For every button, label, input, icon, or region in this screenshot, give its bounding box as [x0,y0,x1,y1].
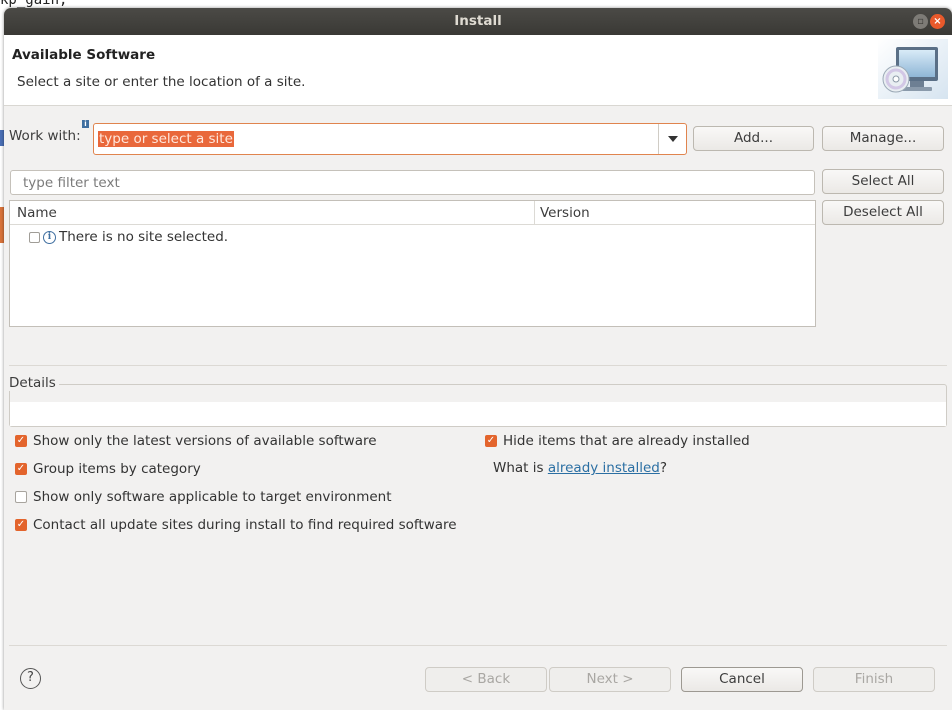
group-by-category-label: Group items by category [33,461,201,477]
already-installed-link[interactable]: already installed [548,460,660,476]
maximize-icon[interactable]: ▫ [913,14,928,29]
page-description: Select a site or enter the location of a… [17,74,306,90]
what-is-suffix: ? [659,460,668,476]
latest-versions-checkbox[interactable]: ✓ [15,435,27,447]
window-titlebar: Install ▫ × [4,8,952,35]
divider [9,365,947,366]
target-environment-checkbox[interactable] [15,491,27,503]
table-row[interactable]: i There is no site selected. [29,229,228,245]
group-by-category-checkbox[interactable]: ✓ [15,463,27,475]
info-icon: i [82,120,89,128]
wizard-header: Available Software Select a site or ente… [4,35,952,106]
next-button[interactable]: Next > [549,667,671,692]
close-icon[interactable]: × [930,14,945,29]
column-header-version[interactable]: Version [535,201,815,225]
column-header-name[interactable]: Name [10,201,535,225]
install-dialog: Install ▫ × Available Software Select a … [4,8,952,710]
manage-sites-button[interactable]: Manage... [822,126,944,151]
hide-installed-option[interactable]: ✓ Hide items that are already installed [485,433,750,449]
contact-update-sites-checkbox[interactable]: ✓ [15,519,27,531]
target-environment-option[interactable]: Show only software applicable to target … [15,489,392,505]
help-icon[interactable]: ? [20,668,41,689]
row-name: There is no site selected. [59,229,229,245]
software-table[interactable]: Name Version i There is no site selected… [9,200,816,327]
contact-update-sites-label: Contact all update sites during install … [33,517,457,533]
row-checkbox[interactable] [29,231,40,243]
work-with-input[interactable]: type or select a site [98,131,234,147]
cancel-button[interactable]: Cancel [681,667,803,692]
details-label: Details [9,375,59,391]
info-circle-icon: i [43,230,56,244]
page-title: Available Software [12,47,156,63]
work-with-label: Work with: [9,128,81,144]
filter-input[interactable]: type filter text [10,170,815,195]
details-text [10,402,946,426]
back-button[interactable]: < Back [425,667,547,692]
what-is-installed-text: What is already installed? [493,460,667,476]
filter-placeholder: type filter text [23,175,120,191]
computer-cd-icon [878,39,948,99]
work-with-combo[interactable]: type or select a site [93,123,687,155]
background-code-text: kp_gain; [0,0,68,8]
chevron-down-icon[interactable] [658,124,686,154]
deselect-all-button[interactable]: Deselect All [822,200,944,225]
select-all-button[interactable]: Select All [822,169,944,194]
add-site-button[interactable]: Add... [693,126,814,151]
hide-installed-label: Hide items that are already installed [503,433,750,449]
contact-update-sites-option[interactable]: ✓ Contact all update sites during instal… [15,517,457,533]
footer-divider [9,645,947,646]
window-controls: ▫ × [913,14,945,29]
latest-versions-label: Show only the latest versions of availab… [33,433,377,449]
window-title: Install [454,13,502,29]
finish-button[interactable]: Finish [813,667,935,692]
what-is-prefix: What is [493,460,548,476]
target-environment-label: Show only software applicable to target … [33,489,392,505]
group-by-category-option[interactable]: ✓ Group items by category [15,461,201,477]
latest-versions-option[interactable]: ✓ Show only the latest versions of avail… [15,433,377,449]
hide-installed-checkbox[interactable]: ✓ [485,435,497,447]
